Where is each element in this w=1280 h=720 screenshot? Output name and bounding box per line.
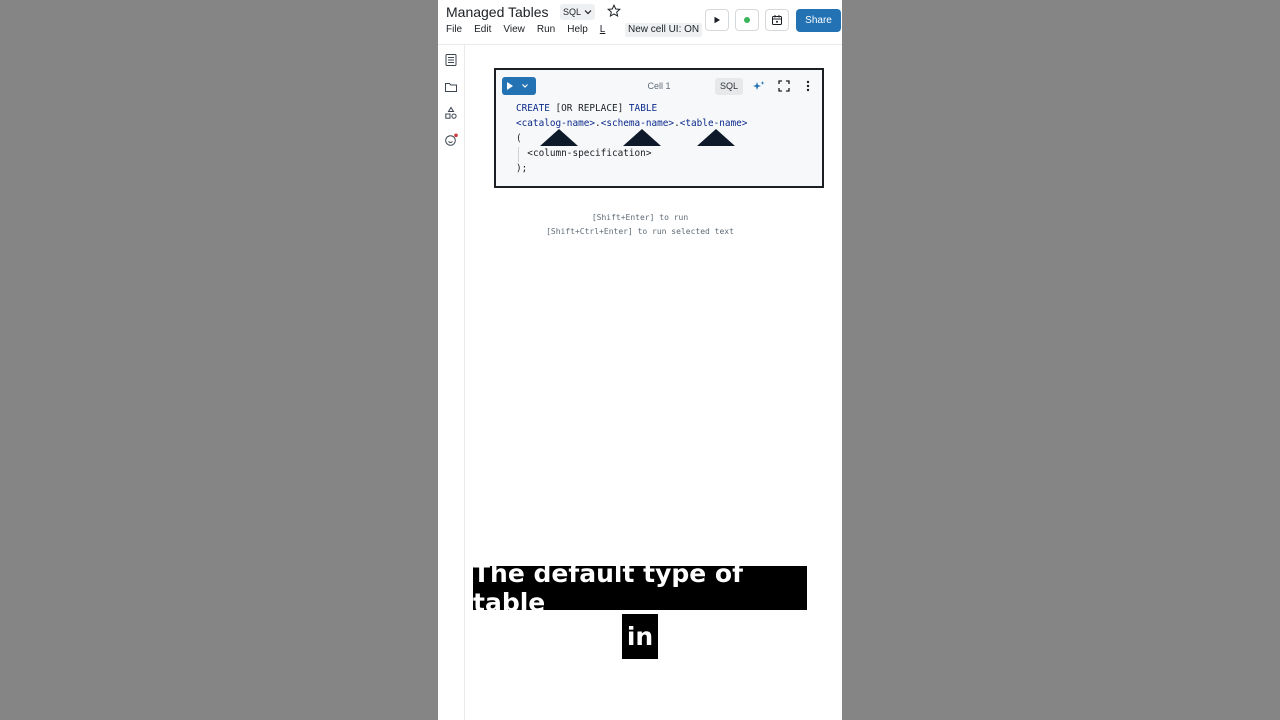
notebook-title[interactable]: Managed Tables	[446, 4, 548, 20]
expand-icon[interactable]	[777, 79, 791, 93]
last-edit-link[interactable]: L	[600, 24, 606, 36]
pointer-arrow-table	[697, 129, 735, 146]
table-of-contents-icon[interactable]	[444, 53, 458, 67]
open-paren: (	[516, 133, 522, 144]
chevron-down-icon	[584, 10, 592, 15]
or-replace-clause: [OR REPLACE]	[549, 103, 629, 114]
keyword-table: TABLE	[628, 103, 658, 114]
run-hint: [Shift+Enter] to run	[591, 213, 689, 222]
schema-name-placeholder: <schema-name>	[600, 118, 675, 129]
pointer-arrow-schema	[623, 129, 661, 146]
assistant-icon[interactable]	[444, 133, 458, 147]
folder-icon[interactable]	[444, 80, 458, 94]
left-sidebar	[438, 45, 465, 720]
cell-title: Cell 1	[647, 81, 671, 91]
shapes-icon[interactable]	[444, 106, 458, 120]
run-all-button[interactable]	[705, 9, 729, 31]
indent-guide	[518, 147, 519, 162]
play-icon	[714, 16, 720, 24]
keyword-create: CREATE	[516, 103, 550, 114]
new-cell-ui-toggle[interactable]: New cell UI: ON	[625, 23, 703, 37]
menu-file[interactable]: File	[446, 24, 462, 36]
language-label: SQL	[563, 7, 582, 17]
more-options-icon[interactable]	[801, 79, 815, 93]
schedule-button[interactable]	[765, 9, 789, 31]
column-spec-placeholder: <column-specification>	[527, 148, 652, 159]
share-button[interactable]: Share	[796, 9, 841, 32]
assistant-sparkle-icon[interactable]	[752, 79, 766, 93]
run-selected-hint: [Shift+Ctrl+Enter] to run selected text	[546, 227, 734, 236]
compute-status-button[interactable]	[735, 9, 759, 31]
header-divider	[438, 44, 842, 45]
pointer-arrow-catalog	[540, 129, 578, 146]
menu-help[interactable]: Help	[567, 24, 588, 36]
close-paren: );	[516, 163, 528, 174]
status-dot-icon	[744, 17, 750, 23]
table-name-placeholder: <table-name>	[679, 118, 748, 129]
menu-run[interactable]: Run	[537, 24, 555, 36]
code-cell[interactable]: Cell 1 SQL CREATE [OR REPLACE] TABLE <ca…	[494, 68, 824, 188]
menu-bar: File Edit View Run Help L	[446, 24, 605, 36]
menu-edit[interactable]: Edit	[474, 24, 491, 36]
caption-line-1: The default type of table	[473, 559, 807, 617]
menu-view[interactable]: View	[503, 24, 525, 36]
cell-language-badge[interactable]: SQL	[715, 78, 744, 95]
notebook-screen: Managed Tables SQL File Edit View Run He…	[438, 0, 842, 720]
catalog-name-placeholder: <catalog-name>	[516, 118, 596, 129]
caption-line-2: in	[622, 614, 658, 659]
calendar-icon	[772, 15, 782, 25]
language-selector[interactable]: SQL	[560, 4, 596, 20]
star-icon[interactable]	[607, 4, 621, 18]
